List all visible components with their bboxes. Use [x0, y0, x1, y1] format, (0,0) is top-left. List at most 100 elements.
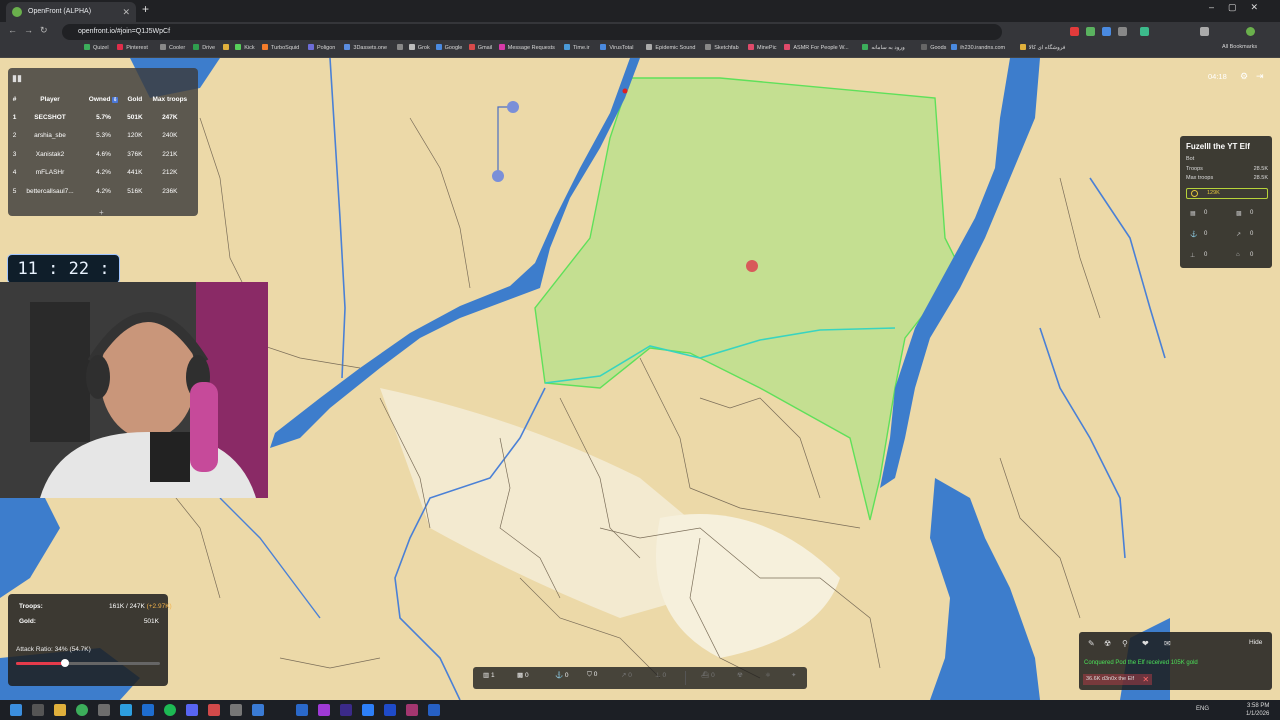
app-icon[interactable]: [252, 704, 264, 716]
exit-icon[interactable]: ⇥: [1256, 71, 1264, 82]
leaderboard-row[interactable]: 5 bettercallsaul7... 4.2% 516K 236K: [12, 182, 194, 201]
all-bookmarks-button[interactable]: All Bookmarks: [1222, 44, 1257, 50]
forward-icon[interactable]: →: [24, 25, 33, 35]
bookmark-item[interactable]: Kick: [235, 44, 255, 51]
leaderboard-row[interactable]: 4 mFLASHr 4.2% 441K 212K: [12, 164, 194, 183]
bookmark-item[interactable]: Gmail: [468, 44, 492, 51]
bookmark-item[interactable]: Quizel: [84, 44, 109, 51]
nuke-filter-icon[interactable]: ☢: [1104, 639, 1111, 648]
profile-avatar[interactable]: [1246, 27, 1255, 36]
extension-icon[interactable]: [1086, 27, 1095, 36]
system-clock[interactable]: 3:58 PM 1/1/2026: [1246, 702, 1269, 718]
bookmark-item[interactable]: 3Dassets.one: [344, 44, 387, 51]
file-explorer-icon[interactable]: [54, 704, 66, 716]
language-indicator[interactable]: ENG: [1196, 706, 1209, 712]
bookmark-item[interactable]: MinePic: [748, 44, 777, 51]
chat-filter-icon[interactable]: ✉: [1164, 639, 1171, 648]
build-city-button[interactable]: ▥ 1: [483, 671, 495, 679]
bookmark-item[interactable]: Drive: [193, 44, 215, 51]
attack-filter-icon[interactable]: ✎: [1088, 639, 1095, 648]
hide-events-button[interactable]: Hide: [1249, 639, 1262, 646]
alliance-filter-icon[interactable]: ❤: [1142, 639, 1149, 648]
sort-icon[interactable]: ⇩: [112, 96, 119, 103]
build-nuke-button[interactable]: ☢: [737, 671, 743, 679]
bookmark-item[interactable]: Message Requests: [498, 44, 555, 51]
bookmark-item[interactable]: ورود به سامانه: [862, 44, 905, 51]
bookmark-item[interactable]: Time.ir: [564, 44, 590, 51]
build-mirv-button[interactable]: ✦: [791, 671, 796, 679]
extension-icon[interactable]: [1118, 27, 1127, 36]
app-icon[interactable]: [428, 704, 440, 716]
leaderboard-row[interactable]: 2 arshia_sbe 5.3% 120K 240K: [12, 127, 194, 146]
app-icon[interactable]: [230, 704, 242, 716]
app-icon[interactable]: [406, 704, 418, 716]
extension-icon[interactable]: [1102, 27, 1111, 36]
blender-icon[interactable]: [384, 704, 396, 716]
trade-filter-icon[interactable]: ⚲: [1122, 639, 1128, 648]
build-warship-button[interactable]: ⛴ 0: [701, 671, 715, 679]
attack-ratio-thumb[interactable]: [60, 659, 69, 667]
bookmark-item[interactable]: فروشگاه ای کالا: [1019, 44, 1065, 51]
url-field[interactable]: openfront.io/#join=Q1J5WpCf: [62, 24, 1002, 40]
leaderboard-row[interactable]: 1 SECSHOT 5.7% 501K 247K: [12, 108, 194, 127]
build-sam-button[interactable]: ⊥ 0: [655, 671, 666, 679]
event-request[interactable]: 36.6K d3n0x the Elf ✕: [1083, 674, 1153, 685]
col-owned[interactable]: Owned ⇩: [83, 90, 124, 108]
bookmark-item[interactable]: Cooler: [160, 44, 185, 51]
leaderboard-chart-icon[interactable]: ▮▮: [12, 73, 22, 84]
build-port-button[interactable]: ⚓ 0: [555, 671, 569, 679]
warship-unit-icon[interactable]: [507, 101, 519, 113]
app-icon[interactable]: [340, 704, 352, 716]
anchor-icon: ⚓: [1190, 232, 1198, 238]
bookmark-item[interactable]: Grok: [408, 44, 430, 51]
window-controls[interactable]: –▢✕: [1209, 2, 1272, 13]
dismiss-icon[interactable]: ✕: [1142, 674, 1149, 685]
chrome-icon[interactable]: [76, 704, 88, 716]
new-tab-button[interactable]: +: [142, 2, 149, 16]
premiere-icon[interactable]: [318, 704, 330, 716]
back-icon[interactable]: ←: [8, 25, 17, 35]
bookmark-item[interactable]: Goods: [921, 44, 946, 51]
app-icon[interactable]: [296, 704, 308, 716]
col-player[interactable]: Player: [17, 90, 83, 108]
build-defense-button[interactable]: ⛉ 0: [587, 671, 597, 679]
search-icon[interactable]: [32, 704, 44, 716]
settings-gear-icon[interactable]: ⚙: [1240, 71, 1248, 82]
build-missile-button[interactable]: ↗ 0: [621, 671, 632, 679]
bookmark-item[interactable]: [396, 44, 406, 51]
browser-tab[interactable]: OpenFront (ALPHA) ✕: [6, 2, 136, 22]
col-max-troops[interactable]: Max troops: [146, 90, 194, 108]
bookmark-item[interactable]: ASMR For People W...: [784, 44, 849, 51]
bookmark-item[interactable]: [223, 44, 232, 51]
bookmark-item[interactable]: ih230.irandns.com: [951, 44, 1005, 51]
start-icon[interactable]: [10, 704, 22, 716]
game-view[interactable]: ▮▮ # Player Owned ⇩ Gold Max troops 1 SEC…: [0, 58, 1280, 700]
extension-icon[interactable]: [1070, 27, 1079, 36]
extension-icon[interactable]: [1140, 27, 1149, 36]
build-hydrogen-button[interactable]: ⚛: [765, 671, 771, 679]
bookmark-item[interactable]: Sketchfab: [705, 44, 739, 51]
bookmark-item[interactable]: Epidemic Sound: [646, 44, 695, 51]
photoshop-icon[interactable]: [362, 704, 374, 716]
telegram-icon[interactable]: [120, 704, 132, 716]
downloads-icon[interactable]: [1200, 27, 1209, 36]
expand-leaderboard-button[interactable]: +: [99, 208, 104, 217]
discord-icon[interactable]: [186, 704, 198, 716]
bookmark-item[interactable]: Pinterest: [117, 44, 148, 51]
leaderboard-row[interactable]: 3 Xanistak2 4.6% 376K 221K: [12, 145, 194, 164]
app-icon[interactable]: [142, 704, 154, 716]
bookmark-item[interactable]: TurboSquid: [262, 44, 299, 51]
spotify-icon[interactable]: [164, 704, 176, 716]
reload-icon[interactable]: ↻: [40, 25, 48, 36]
bookmark-item[interactable]: VirusTotal: [600, 44, 633, 51]
close-tab-icon[interactable]: ✕: [122, 2, 130, 22]
warship-unit-icon[interactable]: [492, 170, 504, 182]
col-gold[interactable]: Gold: [124, 90, 146, 108]
build-factory-button[interactable]: ▩ 0: [517, 671, 529, 679]
app-icon[interactable]: [98, 704, 110, 716]
attack-ratio-slider[interactable]: [16, 659, 160, 667]
bookmark-item[interactable]: Poligon: [308, 44, 335, 51]
city-icon[interactable]: [746, 260, 758, 272]
bookmark-item[interactable]: Google: [435, 44, 462, 51]
app-icon[interactable]: [208, 704, 220, 716]
